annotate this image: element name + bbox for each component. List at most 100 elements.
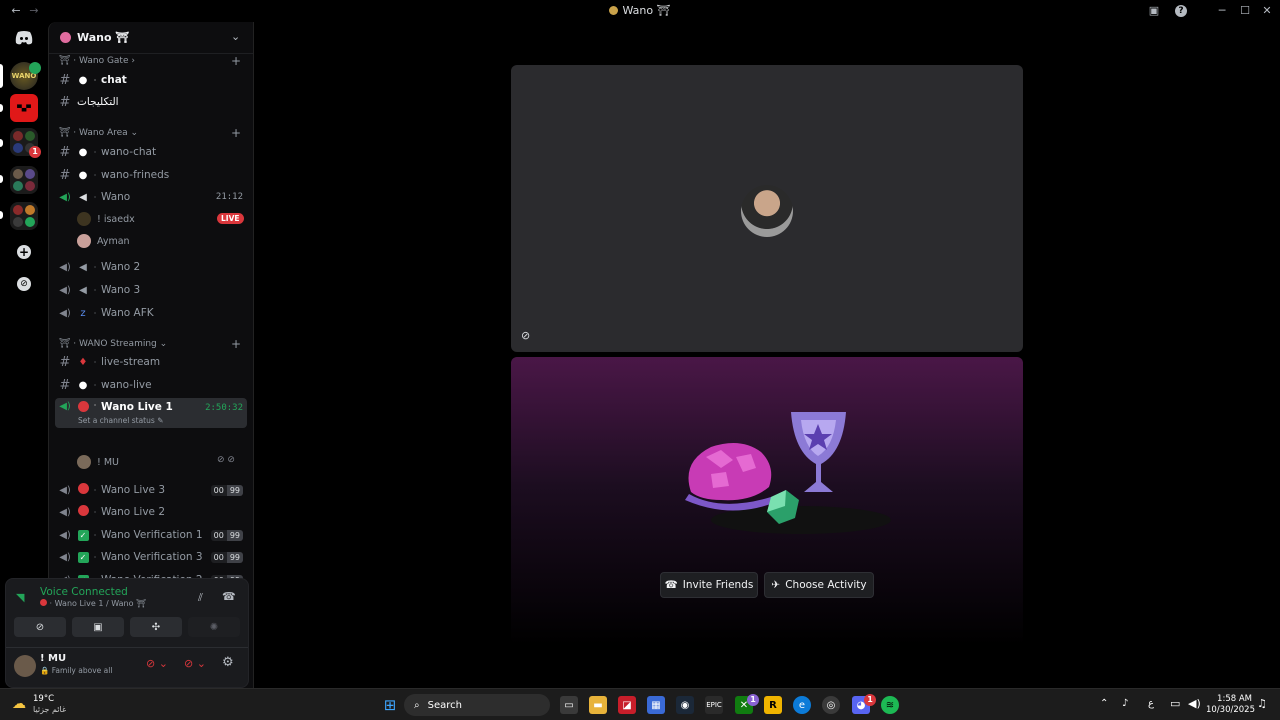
folder-server-icon	[25, 217, 35, 227]
channel-wano-3[interactable]: ◀) ◀ · Wano 3	[55, 280, 247, 300]
create-channel-icon[interactable]: +	[231, 337, 241, 351]
category-wano-area[interactable]: ⛩ · Wano Area ⌄ +	[59, 126, 241, 140]
network-icon[interactable]: ▭	[1170, 697, 1180, 710]
windows-start-icon[interactable]: ⊞	[381, 696, 399, 714]
channel-wano-voice[interactable]: ◀) ◀ · Wano 21:12	[55, 187, 247, 207]
notification-bell-icon[interactable]: ♫	[1257, 697, 1267, 710]
channel-verification-1[interactable]: ◀) ✓ · Wano Verification 1 00 99	[55, 525, 247, 545]
folder-server-icon	[13, 181, 23, 191]
disconnect-icon[interactable]: ☎	[222, 590, 236, 603]
clock-date[interactable]: 10/30/2025	[1206, 705, 1255, 715]
participant-avatar[interactable]	[741, 185, 793, 237]
user-status[interactable]: 🔒 Family above all	[40, 666, 112, 675]
separator: ·	[93, 507, 97, 517]
minimize-button[interactable]: ─	[1214, 3, 1230, 19]
signal-icon[interactable]: ◥	[16, 591, 24, 604]
red-circle-icon	[75, 483, 91, 497]
voice-user-isaedx[interactable]: ! isaedx	[77, 210, 135, 228]
create-channel-icon[interactable]: +	[231, 54, 241, 68]
check-box-icon: ✓	[75, 529, 91, 541]
channel-wano-2[interactable]: ◀) ◀ · Wano 2	[55, 257, 247, 277]
create-channel-icon[interactable]: +	[231, 126, 241, 140]
weather-icon[interactable]: ☁	[12, 696, 26, 712]
voice-connected-label[interactable]: Voice Connected	[40, 586, 128, 598]
channel-wano-chat[interactable]: # ● · wano-chat	[55, 142, 247, 162]
add-server-button[interactable]: +	[10, 238, 38, 266]
discover-button[interactable]: ⊘	[10, 270, 38, 298]
channel-wano-frineds[interactable]: # ● · wano-frineds	[55, 165, 247, 185]
choose-activity-button[interactable]: ✈ Choose Activity	[764, 572, 874, 598]
microphone-icon[interactable]: ♪	[1122, 698, 1128, 709]
discord-home-button[interactable]	[10, 24, 38, 52]
server-folder-2[interactable]	[10, 166, 38, 194]
channel-wano-live-3[interactable]: ◀) · Wano Live 3 00 99	[55, 480, 247, 500]
epic-games-icon[interactable]: EPIC	[705, 696, 723, 714]
category-label: Wano Gate	[79, 56, 129, 66]
unread-pill-4	[0, 211, 3, 219]
maximize-button[interactable]: ☐	[1237, 3, 1253, 19]
pencil-icon: ✎	[157, 416, 164, 425]
user-avatar[interactable]	[14, 655, 36, 677]
category-label: Wano Area	[79, 128, 128, 138]
camera-button[interactable]: ⊘	[14, 617, 66, 637]
server-red[interactable]: ▀▄▀	[10, 94, 38, 122]
channel-wano-afk[interactable]: ◀) z · Wano AFK	[55, 303, 247, 323]
language-indicator[interactable]: ع	[1148, 698, 1154, 709]
voice-user-ayman[interactable]: Ayman	[77, 232, 130, 250]
inbox-icon[interactable]: ▣	[1146, 3, 1162, 19]
close-button[interactable]: ✕	[1259, 3, 1275, 19]
channel-label: Wano 3	[101, 284, 141, 296]
steam-icon[interactable]: ◉	[676, 696, 694, 714]
screen-share-button[interactable]: ▣	[72, 617, 124, 637]
activities-button[interactable]: ✣	[130, 617, 182, 637]
rockstar-icon[interactable]: R	[764, 696, 782, 714]
check-box-icon: ✓	[75, 551, 91, 563]
volume-icon[interactable]: ◀)	[1188, 697, 1201, 710]
folder-server-icon	[13, 205, 23, 215]
channel-wano-live-2[interactable]: ◀) · Wano Live 2	[55, 502, 247, 522]
chevron-up-icon[interactable]: ⌃	[1100, 698, 1108, 709]
edge-icon[interactable]: e	[793, 696, 811, 714]
server-header[interactable]: Wano ⛩ ⌄	[49, 22, 253, 54]
mute-mic-icon[interactable]: ⊘ ⌄	[146, 657, 168, 670]
user-video-tile[interactable]: ⊘	[511, 65, 1023, 352]
rocket-icon: ✈	[771, 579, 781, 591]
channel-chat[interactable]: # ● · chat	[55, 70, 247, 90]
invite-friends-button[interactable]: ☎ Invite Friends	[660, 572, 758, 598]
weather-temp[interactable]: 19°C	[33, 694, 54, 704]
taskbar-search[interactable]: ⌕ Search	[404, 694, 550, 716]
help-icon[interactable]: ?	[1175, 5, 1187, 17]
user-limit-value: 99	[226, 551, 243, 563]
file-explorer-icon[interactable]: ▬	[589, 696, 607, 714]
camera-off-icon: ⊘	[521, 329, 531, 342]
amd-icon[interactable]: ◪	[618, 696, 636, 714]
weather-desc[interactable]: غائم جزئيا	[33, 705, 66, 714]
gear-icon[interactable]: ⚙	[222, 655, 234, 670]
channel-arabic[interactable]: # التكليجات	[55, 92, 247, 112]
task-view-icon[interactable]: ▭	[560, 696, 578, 714]
clock-time[interactable]: 1:58 AM	[1212, 694, 1252, 704]
deafen-icon[interactable]: ⊘ ⌄	[184, 657, 206, 670]
server-folder-3[interactable]	[10, 202, 38, 230]
spotify-icon[interactable]: ≋	[881, 696, 899, 714]
category-wano-gate[interactable]: ⛩ · Wano Gate › +	[59, 54, 241, 68]
chrome-icon[interactable]: ◎	[822, 696, 840, 714]
muted-deafened-icons: ⊘ ⊘	[217, 455, 235, 465]
channel-live-stream[interactable]: # ♦ · live-stream	[55, 352, 247, 372]
channel-verification-3[interactable]: ◀) ✓ · Wano Verification 3 00 99	[55, 547, 247, 567]
user-name[interactable]: ! MU	[40, 653, 66, 664]
set-channel-status[interactable]: Set a channel status ✎	[78, 416, 163, 425]
folder-server-icon	[25, 181, 35, 191]
channel-wano-live-1[interactable]: ◀) · Wano Live 1 2:50:32 Set a channel sta…	[55, 398, 247, 428]
voice-location[interactable]: · Wano Live 1 / Wano ⛩	[40, 599, 146, 608]
separator: ·	[93, 262, 97, 272]
channel-wano-live[interactable]: # ● · wano-live	[55, 375, 247, 395]
folder-server-icon	[25, 205, 35, 215]
noise-suppression-icon[interactable]: ⫽	[198, 591, 203, 605]
voice-user-mu[interactable]: ! MU	[77, 453, 119, 471]
category-wano-streaming[interactable]: ⛩ · WANO Streaming ⌄ +	[59, 337, 241, 351]
chevron-down-icon[interactable]: ⌄	[231, 30, 240, 43]
store-icon[interactable]: ▦	[647, 696, 665, 714]
speech-bubble-icon: ●	[78, 169, 88, 181]
soundboard-button[interactable]: ✺	[188, 617, 240, 637]
